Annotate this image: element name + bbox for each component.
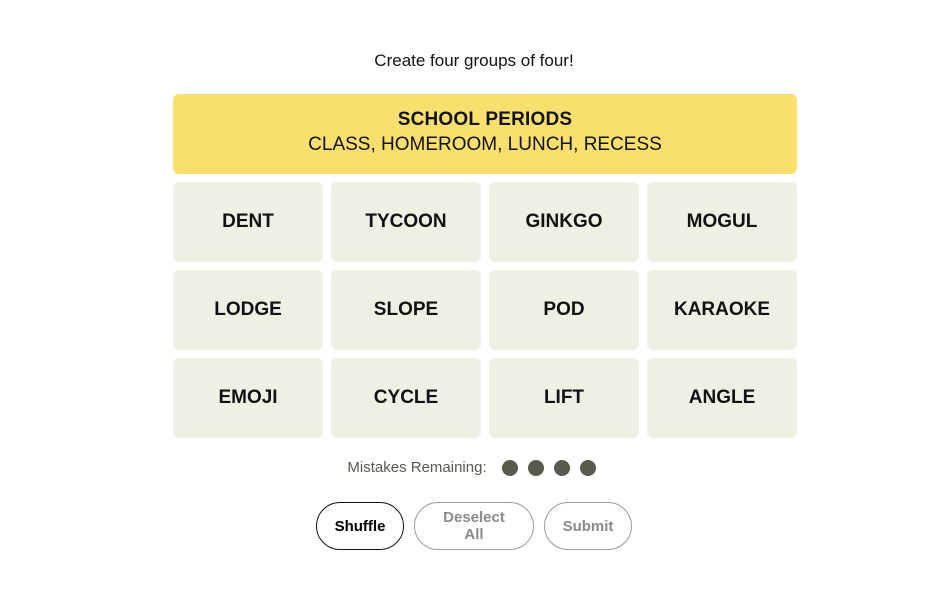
word-tile[interactable]: POD (489, 270, 639, 350)
word-tile[interactable]: GINKGO (489, 182, 639, 262)
mistake-dot-icon (501, 459, 518, 476)
word-tile[interactable]: LODGE (173, 270, 323, 350)
word-tile[interactable]: EMOJI (173, 358, 323, 438)
word-tile[interactable]: LIFT (489, 358, 639, 438)
mistake-dot-icon (579, 459, 596, 476)
word-tile[interactable]: CYCLE (331, 358, 481, 438)
action-buttons: Shuffle Deselect All Submit (0, 502, 948, 550)
solved-group-card: SCHOOL PERIODS CLASS, HOMEROOM, LUNCH, R… (173, 94, 797, 174)
word-tile[interactable]: ANGLE (647, 358, 797, 438)
solved-group-title: SCHOOL PERIODS (397, 109, 573, 130)
submit-button[interactable]: Submit (544, 502, 632, 550)
mistake-dot-icon (553, 459, 570, 476)
word-tile[interactable]: DENT (173, 182, 323, 262)
word-tile[interactable]: SLOPE (331, 270, 481, 350)
deselect-all-button[interactable]: Deselect All (414, 502, 534, 550)
mistakes-remaining: Mistakes Remaining: (0, 459, 948, 476)
word-tile[interactable]: MOGUL (647, 182, 797, 262)
mistakes-label: Mistakes Remaining: (347, 459, 487, 476)
word-tile[interactable]: TYCOON (331, 182, 481, 262)
instructions-text: Create four groups of four! (374, 51, 574, 70)
shuffle-button[interactable]: Shuffle (316, 502, 404, 550)
solved-group-members: CLASS, HOMEROOM, LUNCH, RECESS (308, 134, 662, 155)
mistake-dot-icon (527, 459, 544, 476)
word-grid: DENT TYCOON GINKGO MOGUL LODGE SLOPE POD… (173, 182, 797, 438)
word-tile[interactable]: KARAOKE (647, 270, 797, 350)
